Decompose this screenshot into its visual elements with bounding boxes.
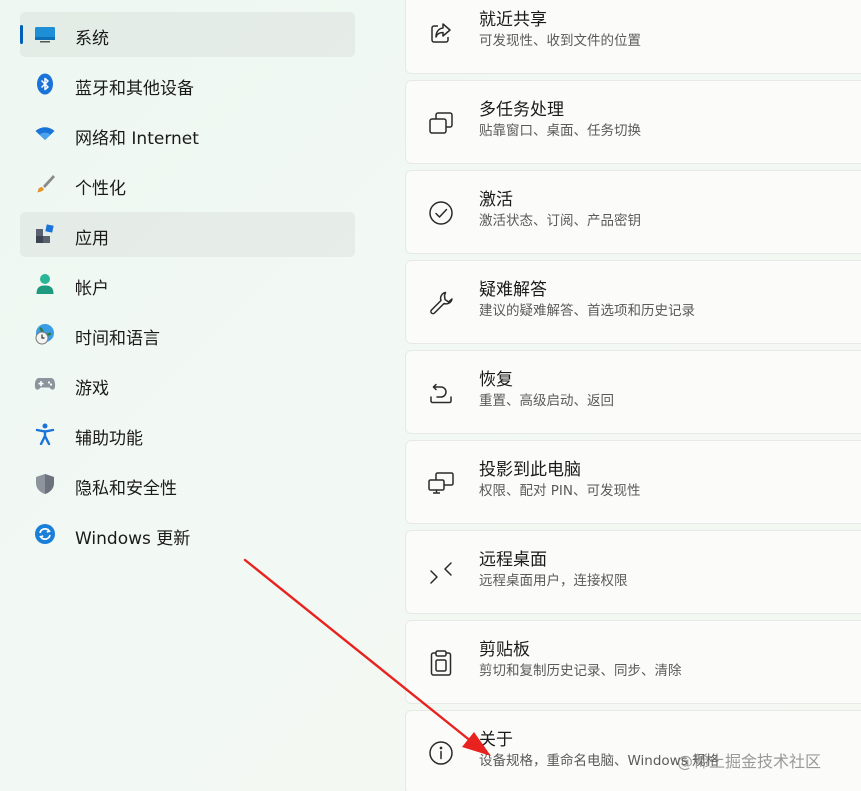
sidebar-item-system[interactable]: 系统: [20, 12, 355, 57]
card-multitasking[interactable]: 多任务处理 贴靠窗口、桌面、任务切换: [405, 80, 861, 164]
sidebar-item-label: 蓝牙和其他设备: [75, 79, 194, 99]
monitor-icon: [34, 23, 56, 45]
card-project-to-pc[interactable]: 投影到此电脑 权限、配对 PIN、可发现性: [405, 440, 861, 524]
card-subtitle: 可发现性、收到文件的位置: [479, 33, 641, 49]
remote-desktop-icon: [426, 558, 456, 588]
card-subtitle: 重置、高级启动、返回: [479, 393, 614, 409]
card-recovery[interactable]: 恢复 重置、高级启动、返回: [405, 350, 861, 434]
sidebar-item-label: 系统: [75, 29, 109, 49]
sidebar-item-time-language[interactable]: 时间和语言: [20, 312, 355, 357]
share-icon: [426, 18, 456, 48]
card-subtitle: 远程桌面用户，连接权限: [479, 573, 628, 589]
check-circle-icon: [426, 198, 456, 228]
sidebar-item-label: Windows 更新: [75, 529, 191, 549]
sidebar-item-accounts[interactable]: 帐户: [20, 262, 355, 307]
clipboard-icon: [426, 648, 456, 678]
card-nearby-sharing[interactable]: 就近共享 可发现性、收到文件的位置: [405, 0, 861, 74]
card-subtitle: 权限、配对 PIN、可发现性: [479, 483, 641, 499]
sidebar-item-privacy-security[interactable]: 隐私和安全性: [20, 462, 355, 507]
sidebar-item-accessibility[interactable]: 辅助功能: [20, 412, 355, 457]
sidebar-nav: 系统 蓝牙和其他设备 网络和 Internet 个性化 应用 帐户 时间和语言 …: [0, 0, 370, 791]
wifi-icon: [34, 123, 56, 145]
paintbrush-icon: [34, 173, 56, 195]
card-subtitle: 建议的疑难解答、首选项和历史记录: [479, 303, 695, 319]
account-icon: [34, 273, 56, 295]
bluetooth-icon: [34, 73, 56, 95]
card-subtitle: 激活状态、订阅、产品密钥: [479, 213, 641, 229]
card-title: 激活: [479, 190, 513, 210]
sidebar-item-gaming[interactable]: 游戏: [20, 362, 355, 407]
gamepad-icon: [34, 373, 56, 395]
card-remote-desktop[interactable]: 远程桌面 远程桌面用户，连接权限: [405, 530, 861, 614]
card-title: 多任务处理: [479, 100, 564, 120]
apps-icon: [34, 223, 56, 245]
sidebar-item-label: 网络和 Internet: [75, 129, 199, 149]
card-activation[interactable]: 激活 激活状态、订阅、产品密钥: [405, 170, 861, 254]
card-title: 关于: [479, 730, 513, 750]
card-title: 疑难解答: [479, 280, 547, 300]
shield-icon: [34, 473, 56, 495]
card-title: 恢复: [479, 370, 513, 390]
sidebar-item-personalization[interactable]: 个性化: [20, 162, 355, 207]
sidebar-item-label: 帐户: [75, 279, 109, 299]
sidebar-item-label: 个性化: [75, 179, 126, 199]
sidebar-item-network[interactable]: 网络和 Internet: [20, 112, 355, 157]
globe-clock-icon: [34, 323, 56, 345]
settings-card-list: 就近共享 可发现性、收到文件的位置 多任务处理 贴靠窗口、桌面、任务切换 激活 …: [405, 0, 861, 791]
card-subtitle: 剪切和复制历史记录、同步、清除: [479, 663, 682, 679]
card-troubleshoot[interactable]: 疑难解答 建议的疑难解答、首选项和历史记录: [405, 260, 861, 344]
sidebar-item-label: 辅助功能: [75, 429, 143, 449]
wrench-icon: [426, 288, 456, 318]
sidebar-item-windows-update[interactable]: Windows 更新: [20, 512, 355, 557]
project-icon: [426, 468, 456, 498]
card-title: 剪贴板: [479, 640, 530, 660]
sidebar-item-label: 应用: [75, 229, 109, 249]
card-title: 投影到此电脑: [479, 460, 581, 480]
card-title: 远程桌面: [479, 550, 547, 570]
card-subtitle: 贴靠窗口、桌面、任务切换: [479, 123, 641, 139]
update-icon: [34, 523, 56, 545]
card-clipboard[interactable]: 剪贴板 剪切和复制历史记录、同步、清除: [405, 620, 861, 704]
sidebar-item-apps[interactable]: 应用: [20, 212, 355, 257]
info-icon: [426, 738, 456, 768]
recovery-icon: [426, 378, 456, 408]
card-title: 就近共享: [479, 10, 547, 30]
selection-indicator: [20, 25, 23, 44]
accessibility-icon: [34, 423, 56, 445]
sidebar-item-label: 时间和语言: [75, 329, 160, 349]
sidebar-item-label: 隐私和安全性: [75, 479, 177, 499]
sidebar-item-label: 游戏: [75, 379, 109, 399]
sidebar-item-bluetooth[interactable]: 蓝牙和其他设备: [20, 62, 355, 107]
watermark-text: @稀土掘金技术社区: [677, 752, 822, 771]
multitask-icon: [426, 108, 456, 138]
